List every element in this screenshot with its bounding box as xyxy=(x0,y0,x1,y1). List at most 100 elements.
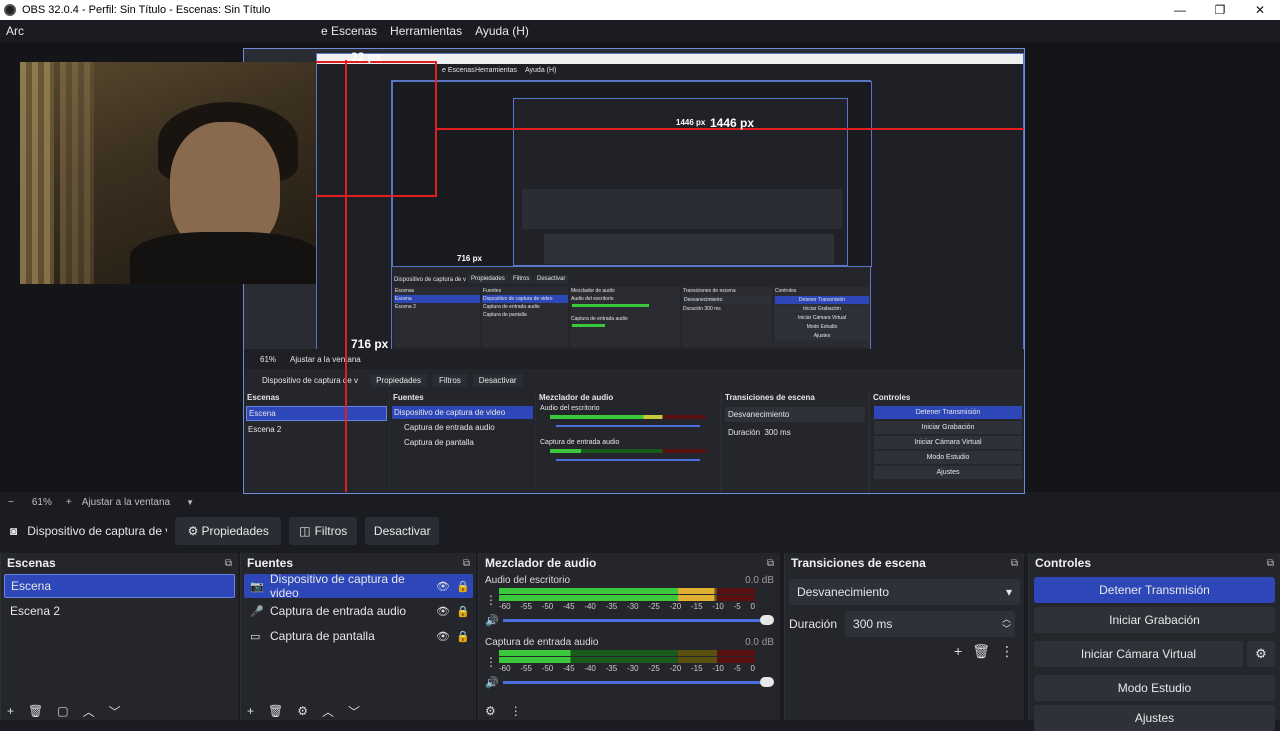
transition-menu-icon[interactable]: ⋮ xyxy=(1000,643,1014,660)
move-up-icon[interactable]: ︿ xyxy=(83,703,95,720)
canvas-transiciones-title: Transiciones de escena xyxy=(725,393,815,402)
controls-dock: Controles ⧉ Detener Transmisión Iniciar … xyxy=(1028,553,1280,731)
minimize-button[interactable]: — xyxy=(1160,0,1200,20)
advanced-audio-icon[interactable]: ⚙ xyxy=(485,704,496,718)
volume-meter: -60 -55 -50 -45 -40 -35 -30 -25 -20 -15 -10 -5 0 xyxy=(499,588,755,611)
camera-icon: 📷 xyxy=(250,580,264,593)
nested-estudio: Modo Estudio xyxy=(775,323,869,331)
volume-slider[interactable] xyxy=(503,677,774,687)
remove-scene-icon[interactable]: 🗑 xyxy=(28,704,43,718)
guide-label-1446: 1446 px xyxy=(710,116,755,130)
nested-src3: Captura de pantalla xyxy=(483,312,527,318)
mixer-menu-icon[interactable]: ⋮ xyxy=(510,704,522,718)
nested-propiedades: Propiedades xyxy=(468,275,508,283)
source-item-screen-capture[interactable]: ▭ Captura de pantalla 👁 🔒 xyxy=(244,624,473,648)
add-source-icon[interactable]: + xyxy=(247,704,254,718)
canvas-mezclador-title: Mezclador de audio xyxy=(539,393,614,402)
sources-dock: Fuentes ⧉ 📷 Dispositivo de captura de vi… xyxy=(240,553,476,720)
nested-obs-window: e Escenas Herramientas Ayuda (H) Disposi… xyxy=(316,53,1024,358)
lock-icon[interactable]: 🔒 xyxy=(453,580,473,593)
duration-spinbox[interactable]: 300 ms ︿ ﹀ xyxy=(845,611,1016,637)
preview-canvas[interactable]: e Escenas Herramientas Ayuda (H) Disposi… xyxy=(243,48,1025,494)
filter-scene-icon[interactable]: ▢ xyxy=(57,704,68,718)
source-properties-icon[interactable]: ⚙ xyxy=(297,704,308,718)
track-menu-icon[interactable]: ⋮ xyxy=(485,655,499,669)
remove-source-icon[interactable]: 🗑 xyxy=(268,704,283,718)
menu-ayuda[interactable]: Ayuda (H) xyxy=(475,24,529,38)
scene-item-escena-2[interactable]: Escena 2 xyxy=(4,599,235,623)
guide-label-716-small: 716 px xyxy=(457,254,482,263)
undock-icon[interactable]: ⧉ xyxy=(1267,558,1274,569)
menu-escenas[interactable]: e Escenas xyxy=(321,24,377,38)
nested-camara: Iniciar Cámara Virtual xyxy=(775,314,869,322)
speaker-icon[interactable]: 🔊 xyxy=(485,676,503,689)
transition-select[interactable]: Desvanecimiento ▾ xyxy=(789,579,1020,605)
canvas-fit: Ajustar a la ventana xyxy=(290,354,361,364)
speaker-icon[interactable]: 🔊 xyxy=(485,614,503,627)
studio-mode-button[interactable]: Modo Estudio xyxy=(1034,675,1275,701)
virtual-camera-gear-icon[interactable]: ⚙ xyxy=(1247,641,1275,667)
lock-icon[interactable]: 🔒 xyxy=(453,605,473,618)
nested-dur-val: 300 ms xyxy=(704,306,721,312)
zoom-dropdown-icon[interactable]: ▼ xyxy=(186,498,194,507)
settings-button[interactable]: Ajustes xyxy=(1034,705,1275,731)
title-bar: OBS 32.0.4 - Perfil: Sin Título - Escena… xyxy=(0,0,1280,20)
undock-icon[interactable]: ⧉ xyxy=(767,558,774,569)
nested-obs-level2: Dispositivo de captura de v Propiedades … xyxy=(391,80,872,352)
visibility-eye-icon[interactable]: 👁 xyxy=(433,580,453,593)
nested-src1: Dispositivo de captura de video xyxy=(482,295,568,303)
visibility-eye-icon[interactable]: 👁 xyxy=(433,630,453,643)
canvas-zoom: 61% xyxy=(260,354,277,364)
zoom-out-button[interactable]: − xyxy=(8,497,14,508)
context-source-name: Dispositivo de captura de v xyxy=(27,524,168,538)
nested-menu-ayuda: Ayuda (H) xyxy=(525,67,557,74)
audio-mixer-dock: Mezclador de audio ⧉ Audio del escritori… xyxy=(478,553,780,720)
close-button[interactable]: ✕ xyxy=(1240,0,1280,20)
source-label: Captura de pantalla xyxy=(270,629,375,643)
source-label: Dispositivo de captura de video xyxy=(270,572,405,600)
undock-icon[interactable]: ⧉ xyxy=(1011,558,1018,569)
chevron-down-icon: ▾ xyxy=(1005,585,1012,599)
preview-area[interactable]: e Escenas Herramientas Ayuda (H) Disposi… xyxy=(0,42,1280,494)
deactivate-button[interactable]: Desactivar xyxy=(365,517,440,545)
add-scene-icon[interactable]: + xyxy=(7,704,14,718)
scene-item-escena[interactable]: Escena xyxy=(4,574,235,598)
canvas-escenas-title: Escenas xyxy=(247,393,280,402)
meter-segment xyxy=(499,657,679,663)
spin-arrows-icon[interactable]: ︿ ﹀ xyxy=(1002,614,1011,634)
track-menu-icon[interactable]: ⋮ xyxy=(485,593,499,607)
canvas-desvanecimiento: Desvanecimiento xyxy=(725,407,865,422)
canvas-src3: Captura de pantalla xyxy=(404,438,474,447)
obs-logo-icon xyxy=(4,4,16,16)
nested-escenas-title: Escenas xyxy=(395,288,415,294)
maximize-button[interactable]: ❐ xyxy=(1200,0,1240,20)
nested-grabacion: Iniciar Grabación xyxy=(775,305,869,313)
context-bar: ◙ Dispositivo de captura de v ⚙ Propieda… xyxy=(0,515,1280,547)
zoom-in-button[interactable]: + xyxy=(66,497,72,508)
meter-segment xyxy=(678,588,717,594)
filters-button[interactable]: ◫ Filtros xyxy=(289,517,358,545)
volume-slider[interactable] xyxy=(503,615,774,625)
move-down-icon[interactable]: ﹀ xyxy=(109,703,121,720)
undock-icon[interactable]: ⧉ xyxy=(225,558,232,569)
add-transition-icon[interactable]: + xyxy=(954,643,962,660)
meter-segment xyxy=(678,657,717,663)
visibility-eye-icon[interactable]: 👁 xyxy=(433,605,453,618)
source-label: Captura de entrada audio xyxy=(270,604,407,618)
source-item-audio-input[interactable]: 🎤 Captura de entrada audio 👁 🔒 xyxy=(244,599,473,623)
move-down-icon[interactable]: ﹀ xyxy=(348,703,360,720)
canvas-fuentes-title: Fuentes xyxy=(393,393,424,402)
start-recording-button[interactable]: Iniciar Grabación xyxy=(1034,607,1275,633)
move-up-icon[interactable]: ︿ xyxy=(322,703,334,720)
menu-archivo[interactable]: Arc xyxy=(6,24,24,38)
lock-icon[interactable]: 🔒 xyxy=(453,630,473,643)
source-item-video-capture[interactable]: 📷 Dispositivo de captura de video 👁 🔒 xyxy=(244,572,473,600)
undock-icon[interactable]: ⧉ xyxy=(463,558,470,569)
menu-herramientas[interactable]: Herramientas xyxy=(390,24,462,38)
canvas-escena2: Escena 2 xyxy=(248,425,282,434)
stop-stream-button[interactable]: Detener Transmisión xyxy=(1034,577,1275,603)
remove-transition-icon[interactable]: 🗑 xyxy=(972,643,990,660)
meter-segment xyxy=(716,588,755,594)
start-virtual-camera-button[interactable]: Iniciar Cámara Virtual xyxy=(1034,641,1243,667)
properties-button[interactable]: ⚙ Propiedades xyxy=(175,517,282,545)
